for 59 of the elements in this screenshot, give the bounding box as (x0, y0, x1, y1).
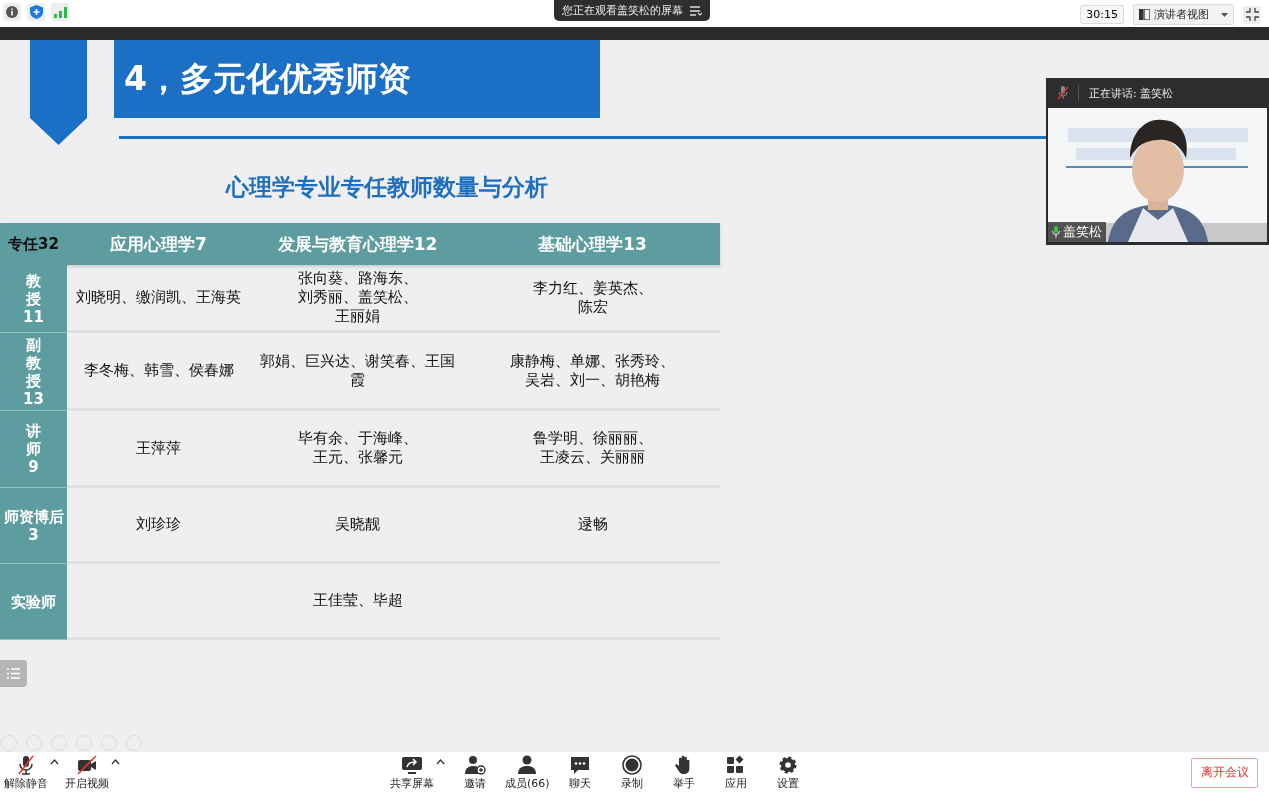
hand-button[interactable]: 举手 (661, 754, 706, 791)
leave-meeting-button[interactable]: 离开会议 (1191, 757, 1258, 788)
table-cell: 郭娟、巨兴达、谢笑春、王国 霞 (260, 351, 455, 390)
table-cell: 李力红、姜英杰、 陈宏 (532, 278, 653, 317)
camera-off-icon (76, 754, 98, 775)
invite-button[interactable]: 邀请 (453, 754, 497, 791)
person-icon (516, 754, 539, 775)
table-cell: 毕有余、于海峰、 王元、张馨元 (297, 429, 418, 467)
table-cell: 李冬梅、韩雪、侯春娜 (83, 361, 234, 380)
list-icon (7, 668, 20, 679)
meeting-timer: 30:15 (1080, 5, 1124, 24)
speaking-indicator: 正在讲话: 盖笑松 (1089, 85, 1174, 101)
row-header: 实验师 (0, 564, 67, 640)
caret-icon[interactable] (50, 758, 59, 765)
table-cell: 康静梅、单娜、张秀玲、 吴岩、刘一、胡艳梅 (510, 351, 675, 390)
apps-icon (724, 754, 747, 775)
table-cell: 王佳莹、毕超 (312, 591, 403, 610)
mic-button[interactable]: 解除静音 (4, 754, 48, 791)
slide-subtitle: 心理学专业专任教师数量与分析 (224, 173, 549, 202)
table-cell: 刘晓明、缴润凯、王海英 (76, 288, 241, 307)
slide-menu-button[interactable] (0, 660, 27, 687)
camera-button[interactable]: 开启视频 (65, 754, 109, 791)
caret-icon[interactable] (111, 758, 120, 765)
table-cell: 鲁学明、徐丽丽、 王凌云、关丽丽 (532, 429, 653, 467)
record-button[interactable]: 录制 (609, 754, 654, 791)
row-header: 教 授 11 (0, 265, 67, 333)
banner-text: 您正在观看盖笑松的屏幕 (562, 3, 683, 18)
exit-fullscreen-icon[interactable] (1243, 5, 1261, 24)
apps-button[interactable]: 应用 (713, 754, 758, 791)
table-cell: 张向葵、路海东、 刘秀丽、盖笑松、 王丽娟 (297, 269, 418, 326)
ribbon-icon (30, 40, 87, 145)
shield-icon[interactable] (27, 3, 45, 21)
mic-icon (1052, 226, 1060, 238)
row-header: 副 教 授 13 (0, 333, 67, 411)
column-header: 基础心理学13 (537, 232, 648, 256)
participant-name: 盖笑松 (1063, 223, 1102, 241)
table-cell: 吴晓靓 (335, 515, 380, 534)
menu-icon[interactable] (690, 5, 702, 16)
caret-icon (1221, 12, 1228, 17)
row-header: 师资博后 3 (0, 488, 67, 564)
record-icon (620, 754, 643, 775)
column-header: 专任32 (7, 234, 60, 254)
info-icon[interactable] (3, 3, 21, 21)
table-cell: 王萍萍 (136, 438, 181, 458)
table-cell: 逯畅 (577, 515, 608, 534)
signal-icon[interactable] (51, 3, 69, 21)
column-header: 应用心理学7 (109, 232, 208, 256)
caret-icon[interactable] (436, 758, 445, 765)
settings-button[interactable]: 设置 (765, 754, 810, 791)
chat-button[interactable]: 聊天 (557, 754, 602, 791)
mic-muted-icon (15, 754, 37, 775)
row-header: 讲 师 9 (0, 411, 67, 488)
members-button[interactable]: 成员(66) (505, 754, 550, 791)
share-button[interactable]: 共享屏幕 (390, 754, 434, 791)
view-mode-dropdown[interactable]: 演讲者视图 (1133, 4, 1234, 25)
slide-title: 4，多元化优秀师资 (114, 40, 600, 118)
table-cell: 刘珍珍 (136, 515, 181, 534)
layout-icon (1139, 9, 1150, 20)
column-header: 发展与教育心理学12 (276, 232, 439, 256)
